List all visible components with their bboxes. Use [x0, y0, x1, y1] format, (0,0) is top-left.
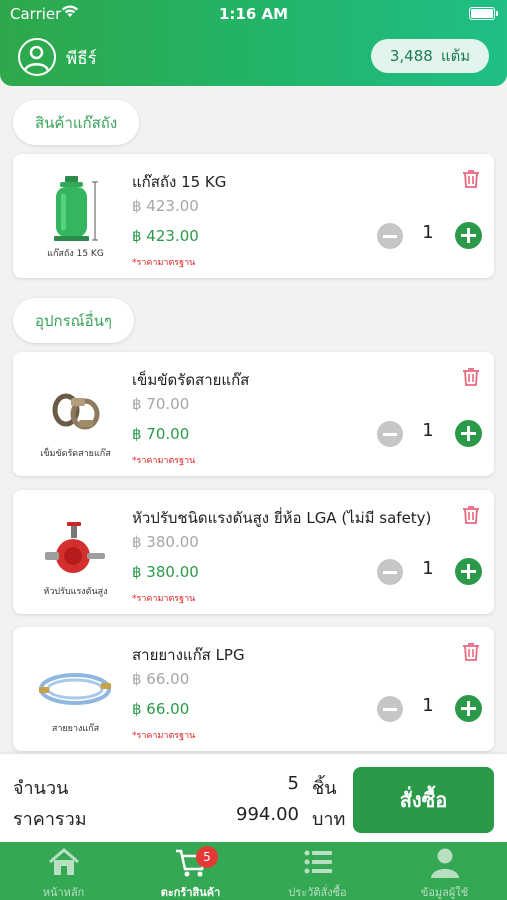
home-icon	[49, 848, 79, 875]
tab-label: ประวัติสั่งซื้อ	[288, 886, 347, 899]
price: ฿ 423.00	[132, 227, 199, 245]
trash-icon[interactable]	[462, 367, 480, 387]
standard-price-note: *ราคามาตรฐาน	[132, 594, 196, 604]
tab-label: ตะกร้าสินค้า	[160, 886, 221, 899]
quantity-value: 1	[422, 420, 434, 441]
trash-icon[interactable]	[462, 642, 480, 662]
quantity-label: จำนวน	[13, 778, 69, 799]
quantity-value: 1	[422, 558, 434, 579]
total-label: ราคารวม	[13, 809, 87, 830]
tab-home[interactable]: หน้าหลัก	[0, 842, 127, 900]
quantity-value: 1	[422, 695, 434, 716]
currency-unit: บาท	[312, 809, 346, 830]
product-image-hose-clamp: เข็มขัดรัดสายแก๊ส	[23, 362, 128, 466]
original-price: ฿ 380.00	[132, 533, 199, 551]
tab-order-history[interactable]: ประวัติสั่งซื้อ	[254, 842, 381, 900]
price: ฿ 380.00	[132, 563, 199, 581]
points-badge[interactable]: 3,488 แต้ม	[371, 39, 489, 73]
standard-price-note: *ราคามาตรฐาน	[132, 456, 196, 466]
product-image-regulator: หัวปรับแรงดันสูง	[23, 500, 128, 604]
product-name: เข็มขัดรัดสายแก๊ส	[132, 371, 250, 389]
product-image-lpg-hose: สายยางแก๊ส	[23, 637, 128, 741]
quantity-total: 5	[287, 773, 299, 794]
battery-icon	[469, 7, 498, 20]
decrease-qty-button[interactable]	[377, 696, 403, 722]
section-accessories: อุปกรณ์อื่นๆ	[13, 298, 134, 343]
user-name: พีธีร์	[66, 49, 97, 69]
tab-bar: หน้าหลัก ตะกร้าสินค้า ประวัติสั่งซื้อ ข้…	[0, 842, 507, 900]
product-name: หัวปรับชนิดแรงดันสูง ยี่ห้อ LGA (ไม่มี s…	[132, 509, 432, 527]
user-avatar-icon[interactable]	[18, 38, 56, 76]
points-unit: แต้ม	[440, 47, 471, 65]
original-price: ฿ 66.00	[132, 670, 190, 688]
points-value: 3,488	[389, 47, 433, 65]
section-gas-tank: สินค้าแก๊สถัง	[13, 100, 140, 145]
product-name: สายยางแก๊ส LPG	[132, 646, 245, 664]
original-price: ฿ 423.00	[132, 197, 199, 215]
tab-label: หน้าหลัก	[42, 886, 85, 899]
place-order-button[interactable]: สั่งซื้อ	[353, 767, 494, 833]
decrease-qty-button[interactable]	[377, 421, 403, 447]
total-price: 994.00	[236, 804, 299, 825]
cart-item-regulator: หัวปรับแรงดันสูง หัวปรับชนิดแรงดันสูง ยี…	[13, 490, 494, 614]
app-header: Carrier 1:16 AM พีธีร์ 3,488 แต้ม	[0, 0, 507, 86]
order-summary: จำนวน 5 ชิ้น ราคารวม 994.00 บาท สั่งซื้อ	[0, 754, 507, 842]
trash-icon[interactable]	[462, 505, 480, 525]
image-caption: หัวปรับแรงดันสูง	[43, 587, 108, 597]
increase-qty-button[interactable]	[455, 222, 482, 249]
product-image-gas-tank: แก๊สถัง 15 KG	[23, 164, 128, 268]
status-time: 1:16 AM	[218, 5, 289, 23]
increase-qty-button[interactable]	[455, 695, 482, 722]
standard-price-note: *ราคามาตรฐาน	[132, 731, 196, 741]
cart-item-lpg-hose: สายยางแก๊ส สายยางแก๊ส LPG ฿ 66.00 ฿ 66.0…	[13, 627, 494, 751]
standard-price-note: *ราคามาตรฐาน	[132, 258, 196, 268]
cart-list[interactable]: สินค้าแก๊สถัง แก๊สถัง 15 KG แก๊สถัง 15 K…	[0, 86, 507, 754]
section-title: อุปกรณ์อื่นๆ	[35, 311, 112, 330]
decrease-qty-button[interactable]	[377, 223, 403, 249]
trash-icon[interactable]	[462, 169, 480, 189]
product-name: แก๊สถัง 15 KG	[132, 173, 227, 191]
decrease-qty-button[interactable]	[377, 559, 403, 585]
tab-cart[interactable]: ตะกร้าสินค้า	[127, 842, 254, 900]
quantity-unit: ชิ้น	[312, 778, 337, 799]
cart-item-gas-tank: แก๊สถัง 15 KG แก๊สถัง 15 KG ฿ 423.00 ฿ 4…	[13, 154, 494, 278]
price: ฿ 66.00	[132, 700, 190, 718]
quantity-value: 1	[422, 222, 434, 243]
tab-user-profile[interactable]: ข้อมูลผู้ใช้	[381, 842, 507, 900]
image-caption: เข็มขัดรัดสายแก๊ส	[40, 449, 111, 459]
list-icon	[304, 850, 332, 874]
cart-count-badge: 5	[196, 846, 218, 868]
increase-qty-button[interactable]	[455, 558, 482, 585]
cart-item-hose-clamp: เข็มขัดรัดสายแก๊ส เข็มขัดรัดสายแก๊ส ฿ 70…	[13, 352, 494, 476]
section-title: สินค้าแก๊สถัง	[35, 113, 118, 132]
image-caption: แก๊สถัง 15 KG	[47, 249, 104, 259]
image-caption: สายยางแก๊ส	[51, 724, 100, 734]
tab-label: ข้อมูลผู้ใช้	[420, 886, 469, 899]
status-bar: Carrier 1:16 AM	[0, 0, 507, 28]
price: ฿ 70.00	[132, 425, 190, 443]
original-price: ฿ 70.00	[132, 395, 190, 413]
increase-qty-button[interactable]	[455, 420, 482, 447]
person-icon	[431, 848, 459, 878]
